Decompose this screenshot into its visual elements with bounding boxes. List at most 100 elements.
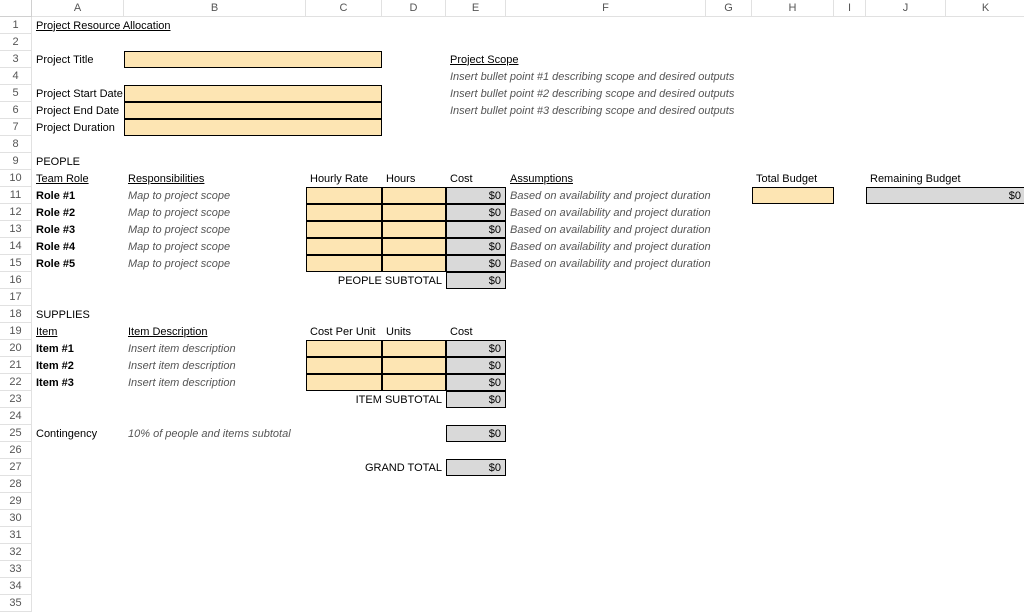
project-title-input[interactable] <box>124 51 382 68</box>
cost-header: Cost <box>446 170 506 187</box>
col-header-K[interactable]: K <box>946 0 1024 17</box>
row-header-6[interactable]: 6 <box>0 102 32 119</box>
row-header-11[interactable]: 11 <box>0 187 32 204</box>
item-units-input-2[interactable] <box>382 374 446 391</box>
row-header-21[interactable]: 21 <box>0 357 32 374</box>
row-header-8[interactable]: 8 <box>0 136 32 153</box>
role-rate-input-1[interactable] <box>306 204 382 221</box>
people-section-header: PEOPLE <box>32 153 306 170</box>
row-header-16[interactable]: 16 <box>0 272 32 289</box>
scope-bullet-3: Insert bullet point #3 describing scope … <box>446 102 866 119</box>
col-header-H[interactable]: H <box>752 0 834 17</box>
role-assump-3: Based on availability and project durati… <box>506 238 834 255</box>
total-budget-input[interactable] <box>752 187 834 204</box>
remaining-budget-value: $0 <box>866 187 1024 204</box>
role-resp-3: Map to project scope <box>124 238 306 255</box>
project-duration-label: Project Duration <box>32 119 124 136</box>
col-header-E[interactable]: E <box>446 0 506 17</box>
role-hours-input-2[interactable] <box>382 221 446 238</box>
item-cpu-input-1[interactable] <box>306 357 382 374</box>
item-cost-header: Cost <box>446 323 506 340</box>
row-header-30[interactable]: 30 <box>0 510 32 527</box>
select-all-corner[interactable] <box>0 0 32 17</box>
col-header-C[interactable]: C <box>306 0 382 17</box>
row-header-10[interactable]: 10 <box>0 170 32 187</box>
project-start-label: Project Start Date <box>32 85 124 102</box>
role-name-1: Role #2 <box>32 204 124 221</box>
col-header-D[interactable]: D <box>382 0 446 17</box>
scope-bullet-2: Insert bullet point #2 describing scope … <box>446 85 866 102</box>
role-hours-input-4[interactable] <box>382 255 446 272</box>
row-header-27[interactable]: 27 <box>0 459 32 476</box>
role-name-3: Role #4 <box>32 238 124 255</box>
row-header-19[interactable]: 19 <box>0 323 32 340</box>
item-units-input-0[interactable] <box>382 340 446 357</box>
row-header-3[interactable]: 3 <box>0 51 32 68</box>
row-header-28[interactable]: 28 <box>0 476 32 493</box>
col-header-I[interactable]: I <box>834 0 866 17</box>
project-duration-input[interactable] <box>124 119 382 136</box>
col-header-G[interactable]: G <box>706 0 752 17</box>
row-header-18[interactable]: 18 <box>0 306 32 323</box>
row-header-24[interactable]: 24 <box>0 408 32 425</box>
row-header-33[interactable]: 33 <box>0 561 32 578</box>
row-header-22[interactable]: 22 <box>0 374 32 391</box>
role-hours-input-0[interactable] <box>382 187 446 204</box>
row-header-1[interactable]: 1 <box>0 17 32 34</box>
project-start-input[interactable] <box>124 85 382 102</box>
project-title-label: Project Title <box>32 51 124 68</box>
role-rate-input-0[interactable] <box>306 187 382 204</box>
row-header-2[interactable]: 2 <box>0 34 32 51</box>
row-header-14[interactable]: 14 <box>0 238 32 255</box>
row-header-25[interactable]: 25 <box>0 425 32 442</box>
row-header-26[interactable]: 26 <box>0 442 32 459</box>
row-header-20[interactable]: 20 <box>0 340 32 357</box>
row-header-15[interactable]: 15 <box>0 255 32 272</box>
responsibilities-header: Responsibilities <box>124 170 306 187</box>
row-header-23[interactable]: 23 <box>0 391 32 408</box>
row-header-9[interactable]: 9 <box>0 153 32 170</box>
row-header-32[interactable]: 32 <box>0 544 32 561</box>
project-scope-header: Project Scope <box>446 51 752 68</box>
role-resp-2: Map to project scope <box>124 221 306 238</box>
row-header-34[interactable]: 34 <box>0 578 32 595</box>
team-role-header: Team Role <box>32 170 124 187</box>
contingency-desc: 10% of people and items subtotal <box>124 425 382 442</box>
col-header-F[interactable]: F <box>506 0 706 17</box>
role-resp-4: Map to project scope <box>124 255 306 272</box>
item-cost-0: $0 <box>446 340 506 357</box>
row-header-29[interactable]: 29 <box>0 493 32 510</box>
role-name-0: Role #1 <box>32 187 124 204</box>
row-header-17[interactable]: 17 <box>0 289 32 306</box>
row-header-4[interactable]: 4 <box>0 68 32 85</box>
row-header-12[interactable]: 12 <box>0 204 32 221</box>
col-header-A[interactable]: A <box>32 0 124 17</box>
item-desc-1: Insert item description <box>124 357 306 374</box>
row-header-35[interactable]: 35 <box>0 595 32 612</box>
spreadsheet-grid[interactable]: ABCDEFGHIJK12345678910111213141516171819… <box>0 0 1024 612</box>
role-rate-input-3[interactable] <box>306 238 382 255</box>
row-header-31[interactable]: 31 <box>0 527 32 544</box>
item-name-1: Item #2 <box>32 357 124 374</box>
item-header: Item <box>32 323 124 340</box>
row-header-13[interactable]: 13 <box>0 221 32 238</box>
col-header-J[interactable]: J <box>866 0 946 17</box>
role-cost-4: $0 <box>446 255 506 272</box>
role-hours-input-1[interactable] <box>382 204 446 221</box>
role-hours-input-3[interactable] <box>382 238 446 255</box>
project-end-input[interactable] <box>124 102 382 119</box>
total-budget-header: Total Budget <box>752 170 834 187</box>
item-subtotal-label: ITEM SUBTOTAL <box>306 391 446 408</box>
role-rate-input-2[interactable] <box>306 221 382 238</box>
contingency-value: $0 <box>446 425 506 442</box>
role-rate-input-4[interactable] <box>306 255 382 272</box>
item-units-input-1[interactable] <box>382 357 446 374</box>
role-resp-0: Map to project scope <box>124 187 306 204</box>
row-header-5[interactable]: 5 <box>0 85 32 102</box>
item-cpu-input-0[interactable] <box>306 340 382 357</box>
col-header-B[interactable]: B <box>124 0 306 17</box>
item-cpu-input-2[interactable] <box>306 374 382 391</box>
row-header-7[interactable]: 7 <box>0 119 32 136</box>
role-cost-3: $0 <box>446 238 506 255</box>
role-resp-1: Map to project scope <box>124 204 306 221</box>
